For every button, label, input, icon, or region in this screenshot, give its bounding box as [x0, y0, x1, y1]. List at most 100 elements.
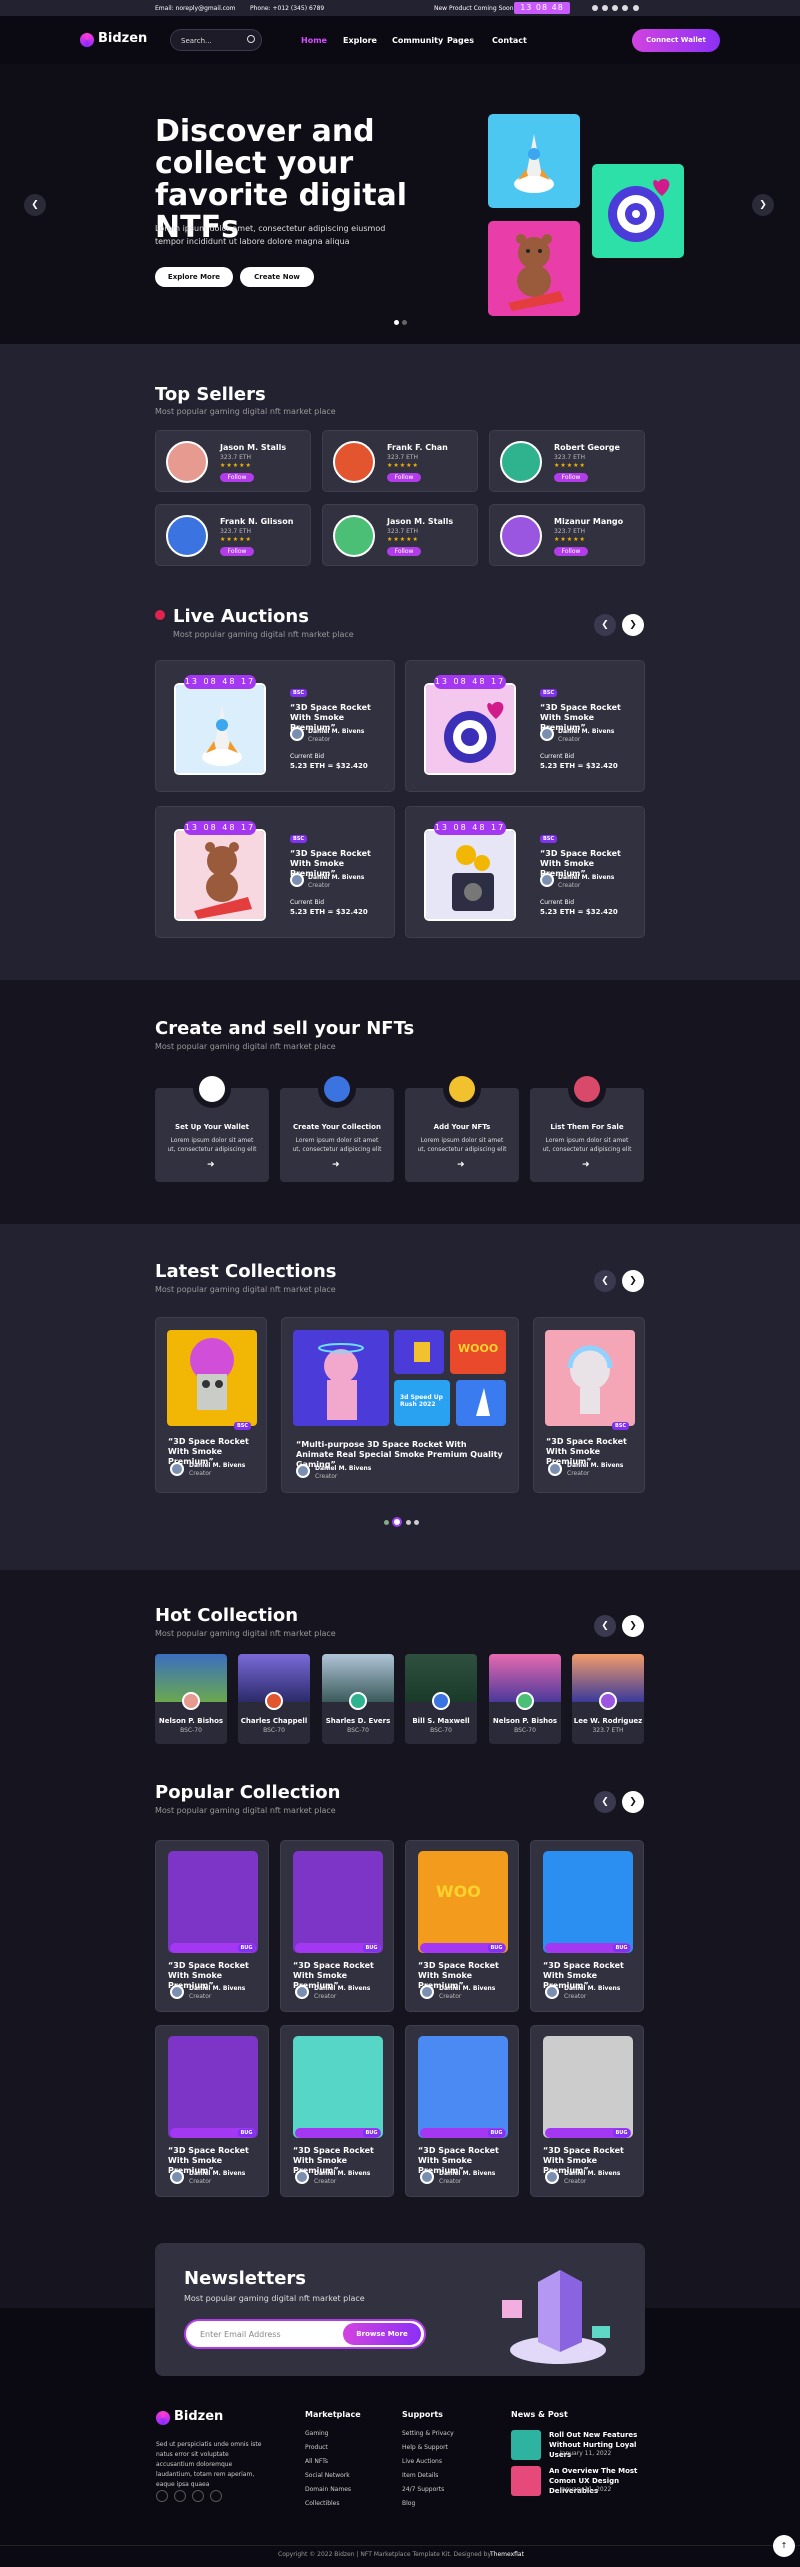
- step-arrow-icon[interactable]: ➜: [207, 1160, 215, 1170]
- marketplace-link[interactable]: Product: [305, 2444, 328, 2451]
- step-arrow-icon[interactable]: ➜: [582, 1160, 590, 1170]
- hot-card[interactable]: Nelson P. Bishos BSC-70: [155, 1654, 227, 1744]
- hot-name[interactable]: Sharles D. Evers: [322, 1716, 394, 1726]
- seller-name[interactable]: Jason M. Stalls: [220, 443, 286, 452]
- create-now-button[interactable]: Create Now: [240, 267, 314, 287]
- seller-card[interactable]: Frank N. Glisson 323.7 ETH ★★★★★ Follow: [155, 504, 311, 566]
- dribbble-icon[interactable]: [622, 5, 628, 11]
- target-nft-image[interactable]: [592, 164, 684, 258]
- marketplace-link[interactable]: Domain Names: [305, 2486, 351, 2493]
- nav-community[interactable]: Community: [392, 36, 443, 45]
- follow-button[interactable]: Follow: [387, 547, 421, 556]
- nav-pages[interactable]: Pages: [447, 36, 474, 45]
- nav-explore[interactable]: Explore: [343, 36, 377, 45]
- popular-card[interactable]: BUG “3D Space Rocket With Smoke Premium” D…: [530, 2025, 644, 2197]
- designer-link[interactable]: Themexflat: [490, 2551, 524, 2558]
- popular-card[interactable]: BUG “3D Space Rocket With Smoke Premium” D…: [280, 2025, 394, 2197]
- seller-card[interactable]: Robert George 323.7 ETH ★★★★★ Follow: [489, 430, 645, 492]
- search-icon[interactable]: [247, 35, 255, 43]
- hot-card[interactable]: Nelson P. Bishos BSC-70: [489, 1654, 561, 1744]
- popular-card[interactable]: BUG “3D Space Rocket With Smoke Premium” D…: [155, 1840, 269, 2012]
- seller-name[interactable]: Jason M. Stalls: [387, 517, 453, 526]
- seller-name[interactable]: Frank F. Chan: [387, 443, 448, 452]
- seller-name[interactable]: Mizanur Mango: [554, 517, 623, 526]
- latest-next-arrow[interactable]: ❯: [622, 1270, 644, 1292]
- connect-wallet-button[interactable]: Connect Wallet: [632, 29, 720, 52]
- hot-name[interactable]: Bill S. Maxwell: [405, 1716, 477, 1726]
- footer-youtube-icon[interactable]: [210, 2490, 222, 2502]
- supports-link[interactable]: Help & Support: [402, 2444, 448, 2451]
- twitter-icon[interactable]: [602, 5, 608, 11]
- step-arrow-icon[interactable]: ➜: [332, 1160, 340, 1170]
- marketplace-link[interactable]: All NFTs: [305, 2458, 328, 2465]
- footer-twitter-icon[interactable]: [174, 2490, 186, 2502]
- footer-logo[interactable]: Bidzen: [174, 2409, 223, 2424]
- popular-card[interactable]: BUG “3D Space Rocket With Smoke Premium” D…: [405, 1840, 519, 2012]
- footer-facebook-icon[interactable]: [156, 2490, 168, 2502]
- news-thumb[interactable]: [511, 2430, 541, 2460]
- marketplace-link[interactable]: Social Network: [305, 2472, 350, 2479]
- popular-next-arrow[interactable]: ❯: [622, 1791, 644, 1813]
- auction-card[interactable]: 13 08 48 17 BSC “3D Space Rocket With Smok…: [405, 660, 645, 792]
- seller-card[interactable]: Frank F. Chan 323.7 ETH ★★★★★ Follow: [322, 430, 478, 492]
- hot-name[interactable]: Nelson P. Bishos: [155, 1716, 227, 1726]
- hot-name[interactable]: Charles Chappell: [238, 1716, 310, 1726]
- explore-more-button[interactable]: Explore More: [155, 267, 233, 287]
- popular-card[interactable]: BUG “3D Space Rocket With Smoke Premium” D…: [405, 2025, 519, 2197]
- latest-card-1[interactable]: BSC “3D Space Rocket With Smoke Premium”…: [155, 1317, 267, 1493]
- hot-card[interactable]: Bill S. Maxwell BSC-70: [405, 1654, 477, 1744]
- latest-card-3[interactable]: BSC “3D Space Rocket With Smoke Premium”…: [533, 1317, 645, 1493]
- follow-button[interactable]: Follow: [220, 473, 254, 482]
- hot-card[interactable]: Sharles D. Evers BSC-70: [322, 1654, 394, 1744]
- latest-card-featured[interactable]: WOOO 3d Speed Up Rush 2022 “Multi-purpos…: [281, 1317, 519, 1493]
- supports-link[interactable]: Live Auctions: [402, 2458, 442, 2465]
- hero-prev-arrow[interactable]: ❮: [24, 194, 46, 216]
- auction-card[interactable]: 13 08 48 17 BSC “3D Space Rocket With Smok…: [155, 660, 395, 792]
- step-arrow-icon[interactable]: ➜: [457, 1160, 465, 1170]
- supports-link[interactable]: Item Details: [402, 2472, 438, 2479]
- hero-next-arrow[interactable]: ❯: [752, 194, 774, 216]
- auction-card[interactable]: 13 08 48 17 BSC “3D Space Rocket With Smok…: [405, 806, 645, 938]
- linkedin-icon[interactable]: [633, 5, 639, 11]
- popular-card[interactable]: BUG “3D Space Rocket With Smoke Premium” D…: [155, 2025, 269, 2197]
- scroll-top-button[interactable]: ↑: [773, 2535, 795, 2557]
- latest-dot-3[interactable]: [406, 1520, 411, 1525]
- popular-card[interactable]: BUG “3D Space Rocket With Smoke Premium” D…: [280, 1840, 394, 2012]
- nav-home[interactable]: Home: [301, 36, 327, 45]
- footer-linkedin-icon[interactable]: [192, 2490, 204, 2502]
- follow-button[interactable]: Follow: [387, 473, 421, 482]
- hot-prev-arrow[interactable]: ❮: [594, 1615, 616, 1637]
- auction-card[interactable]: 13 08 48 17 BSC “3D Space Rocket With Smok…: [155, 806, 395, 938]
- hot-name[interactable]: Lee W. Rodriguez: [572, 1716, 644, 1726]
- hot-name[interactable]: Nelson P. Bishos: [489, 1716, 561, 1726]
- marketplace-link[interactable]: Collectibles: [305, 2500, 340, 2507]
- nav-contact[interactable]: Contact: [492, 36, 527, 45]
- live-prev-arrow[interactable]: ❮: [594, 614, 616, 636]
- latest-dot-2-active[interactable]: [392, 1517, 402, 1527]
- seller-card[interactable]: Jason M. Stalls 323.7 ETH ★★★★★ Follow: [155, 430, 311, 492]
- live-next-arrow[interactable]: ❯: [622, 614, 644, 636]
- bear-nft-image[interactable]: [488, 221, 580, 316]
- hot-next-arrow[interactable]: ❯: [622, 1615, 644, 1637]
- news-thumb[interactable]: [511, 2466, 541, 2496]
- email-input[interactable]: Enter Email Address: [200, 2330, 281, 2339]
- instagram-icon[interactable]: [612, 5, 618, 11]
- popular-prev-arrow[interactable]: ❮: [594, 1791, 616, 1813]
- popular-card[interactable]: BUG “3D Space Rocket With Smoke Premium” D…: [530, 1840, 644, 2012]
- seller-card[interactable]: Jason M. Stalls 323.7 ETH ★★★★★ Follow: [322, 504, 478, 566]
- follow-button[interactable]: Follow: [220, 547, 254, 556]
- hot-card[interactable]: Charles Chappell BSC-70: [238, 1654, 310, 1744]
- follow-button[interactable]: Follow: [554, 473, 588, 482]
- hero-dot-2[interactable]: [402, 320, 407, 325]
- latest-dot-1[interactable]: [384, 1520, 389, 1525]
- hot-card[interactable]: Lee W. Rodriguez 323.7 ETH: [572, 1654, 644, 1744]
- supports-link[interactable]: 24/7 Supports: [402, 2486, 444, 2493]
- hero-dot-1[interactable]: [394, 320, 399, 325]
- follow-button[interactable]: Follow: [554, 547, 588, 556]
- facebook-icon[interactable]: [592, 5, 598, 11]
- latest-prev-arrow[interactable]: ❮: [594, 1270, 616, 1292]
- latest-dot-4[interactable]: [414, 1520, 419, 1525]
- supports-link[interactable]: Setting & Privacy: [402, 2430, 454, 2437]
- rocket-nft-image[interactable]: [488, 114, 580, 208]
- marketplace-link[interactable]: Gaming: [305, 2430, 328, 2437]
